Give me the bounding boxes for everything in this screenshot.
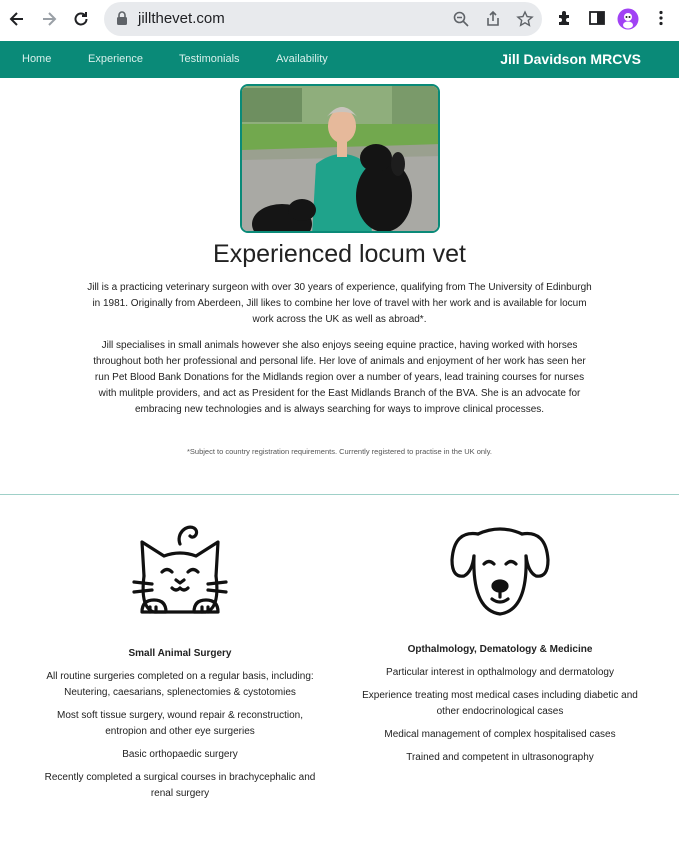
vet-with-dogs-photo — [240, 84, 440, 233]
list-item: Experience treating most medical cases i… — [362, 690, 638, 717]
nav-testimonials[interactable]: Testimonials — [179, 53, 240, 65]
page-heading: Experienced locum vet — [213, 240, 466, 268]
nav-experience[interactable]: Experience — [88, 53, 143, 65]
nav-home[interactable]: Home — [22, 53, 51, 65]
zoom-icon[interactable] — [452, 10, 470, 28]
nav-availability[interactable]: Availability — [276, 53, 328, 65]
extensions-icon[interactable] — [556, 9, 574, 27]
forward-icon[interactable] — [38, 8, 60, 30]
back-icon[interactable] — [6, 8, 28, 30]
site-navbar: Home Experience Testimonials Availabilit… — [0, 41, 679, 78]
registration-footnote: *Subject to country registration require… — [186, 447, 492, 456]
list-item: Medical management of complex hospitalis… — [384, 729, 616, 740]
service-small-animal-surgery: Small Animal Surgery All routine surgeri… — [30, 520, 330, 809]
list-item: Particular interest in opthalmology and … — [386, 667, 614, 678]
section-divider — [0, 494, 679, 495]
list-item: Trained and competent in ultrasonography — [406, 752, 594, 763]
list-item: Recently completed a surgical courses in… — [44, 772, 316, 799]
dog-icon — [450, 527, 550, 616]
service-ophthalmology-medicine: Opthalmology, Dematology & Medicine Part… — [350, 520, 650, 773]
list-item: Most soft tissue surgery, wound repair &… — [56, 710, 304, 737]
list-item: Basic orthopaedic surgery — [122, 749, 238, 760]
service-list: Particular interest in opthalmology and … — [350, 665, 650, 766]
cat-icon — [132, 525, 228, 614]
url-text: jillthevet.com — [138, 10, 225, 27]
menu-kebab-icon[interactable] — [652, 9, 670, 27]
specialism-paragraph: Jill specialises in small animals howeve… — [93, 340, 586, 415]
browser-toolbar: jillthevet.com — [0, 0, 679, 41]
list-item: All routine surgeries completed on a reg… — [46, 671, 314, 698]
reload-icon[interactable] — [70, 8, 92, 30]
intro-paragraph: Jill is a practicing veterinary surgeon … — [87, 282, 592, 325]
profile-avatar-icon[interactable] — [617, 8, 639, 30]
address-bar[interactable]: jillthevet.com — [104, 2, 542, 36]
service-list: All routine surgeries completed on a reg… — [30, 669, 330, 802]
side-panel-icon[interactable] — [588, 9, 606, 27]
site-brand[interactable]: Jill Davidson MRCVS — [500, 51, 641, 67]
service-title: Small Animal Surgery — [128, 648, 232, 659]
share-icon[interactable] — [484, 10, 502, 28]
lock-icon — [117, 11, 127, 25]
service-title: Opthalmology, Dematology & Medicine — [407, 644, 593, 655]
star-icon[interactable] — [516, 10, 534, 28]
